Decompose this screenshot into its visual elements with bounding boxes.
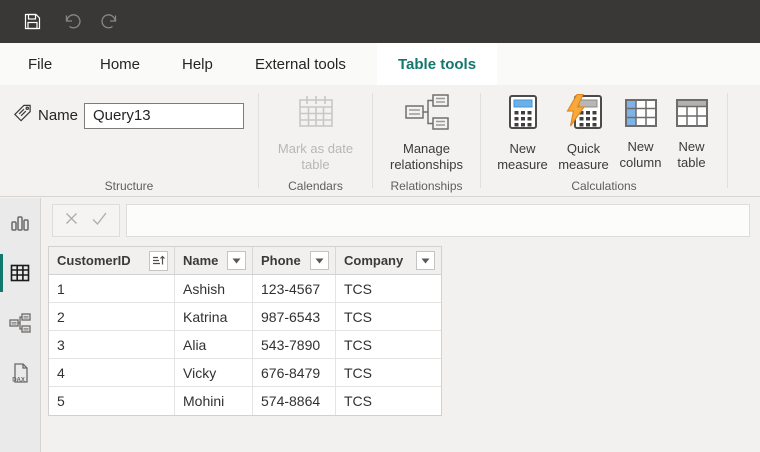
cell-name[interactable]: Vicky [175,359,253,386]
formula-bar-input[interactable] [126,204,750,237]
table-row[interactable]: 4 Vicky 676-8479 TCS [49,359,441,387]
ribbon: Name Structure Mark as date table Cal [0,85,760,197]
group-label-calendars: Calendars [259,179,372,193]
mark-as-date-table-button[interactable]: Mark as date table [259,85,372,173]
ribbon-tab-bar: File Home Help External tools Table tool… [0,43,760,85]
filter-dropdown-icon[interactable] [227,251,246,270]
manage-relationships-button[interactable]: Manage relationships [373,85,480,173]
cell-customerid[interactable]: 1 [49,275,175,302]
cell-company[interactable]: TCS [336,387,441,415]
column-header-label: CustomerID [57,253,131,268]
cell-phone[interactable]: 543-7890 [253,331,336,358]
sidebar-item-data-view[interactable] [0,248,40,298]
tab-help[interactable]: Help [182,43,213,85]
table-row[interactable]: 2 Katrina 987-6543 TCS [49,303,441,331]
ribbon-group-structure: Name Structure [0,85,258,196]
sidebar-item-dax-query-view[interactable]: DAX [0,348,40,398]
dax-document-icon: DAX [9,362,31,384]
ribbon-group-divider [727,93,728,188]
cell-customerid[interactable]: 4 [49,359,175,386]
powerbi-desktop-window: File Home Help External tools Table tool… [0,0,760,452]
column-header-label: Phone [261,253,301,268]
manage-relationships-label: Manage relationships [377,141,477,173]
calendar-table-icon [297,94,335,135]
active-view-indicator [0,254,3,292]
sidebar-item-model-view[interactable] [0,298,40,348]
cancel-icon[interactable] [64,211,79,231]
formula-button-group [52,204,120,237]
cell-name[interactable]: Alia [175,331,253,358]
column-header-label: Name [183,253,218,268]
relationships-diagram-icon [404,94,450,135]
save-icon[interactable] [24,13,41,30]
filter-dropdown-icon[interactable] [416,251,435,270]
column-header-phone[interactable]: Phone [253,247,336,274]
cell-phone[interactable]: 987-6543 [253,303,336,330]
column-header-customerid[interactable]: CustomerID [49,247,175,274]
column-header-name[interactable]: Name [175,247,253,274]
group-label-structure: Structure [0,179,258,193]
svg-text:DAX: DAX [12,378,25,384]
model-relationships-icon [9,313,31,333]
filter-dropdown-icon[interactable] [310,251,329,270]
cell-name[interactable]: Mohini [175,387,253,415]
column-header-company[interactable]: Company [336,247,441,274]
mark-as-date-table-label: Mark as date table [270,141,362,173]
cell-customerid[interactable]: 2 [49,303,175,330]
cell-name[interactable]: Katrina [175,303,253,330]
bar-chart-icon [10,214,30,232]
table-name-input[interactable] [84,103,244,129]
table-row[interactable]: 3 Alia 543-7890 TCS [49,331,441,359]
tab-external-tools[interactable]: External tools [255,43,346,85]
cell-phone[interactable]: 574-8864 [253,387,336,415]
cell-company[interactable]: TCS [336,359,441,386]
column-header-label: Company [344,253,403,268]
cell-customerid[interactable]: 5 [49,387,175,415]
cell-company[interactable]: TCS [336,303,441,330]
cell-name[interactable]: Ashish [175,275,253,302]
ribbon-group-relationships: Manage relationships Relationships [373,85,480,196]
group-label-calculations: Calculations [481,179,727,193]
cell-company[interactable]: TCS [336,275,441,302]
commit-icon[interactable] [91,211,108,231]
tag-icon [12,102,33,129]
sort-ascending-icon[interactable] [149,251,168,271]
calculations-label-holder: Calculations [481,85,727,196]
table-grid-icon [10,264,30,282]
table-row[interactable]: 5 Mohini 574-8864 TCS [49,387,441,415]
sidebar-item-report-view[interactable] [0,198,40,248]
data-grid: CustomerID Name Phone [48,246,442,416]
table-name-label: Name [38,107,78,124]
cell-company[interactable]: TCS [336,331,441,358]
ribbon-group-calendars: Mark as date table Calendars [259,85,372,196]
table-header-row: CustomerID Name Phone [49,247,441,275]
cell-customerid[interactable]: 3 [49,331,175,358]
table-row[interactable]: 1 Ashish 123-4567 TCS [49,275,441,303]
tab-home[interactable]: Home [100,43,140,85]
group-label-relationships: Relationships [373,179,480,193]
cell-phone[interactable]: 123-4567 [253,275,336,302]
tab-file[interactable]: File [28,43,52,85]
view-sidebar: DAX [0,198,41,452]
title-bar [0,0,760,43]
undo-icon[interactable] [61,12,81,31]
redo-icon[interactable] [101,12,121,31]
cell-phone[interactable]: 676-8479 [253,359,336,386]
tab-table-tools[interactable]: Table tools [377,43,497,85]
